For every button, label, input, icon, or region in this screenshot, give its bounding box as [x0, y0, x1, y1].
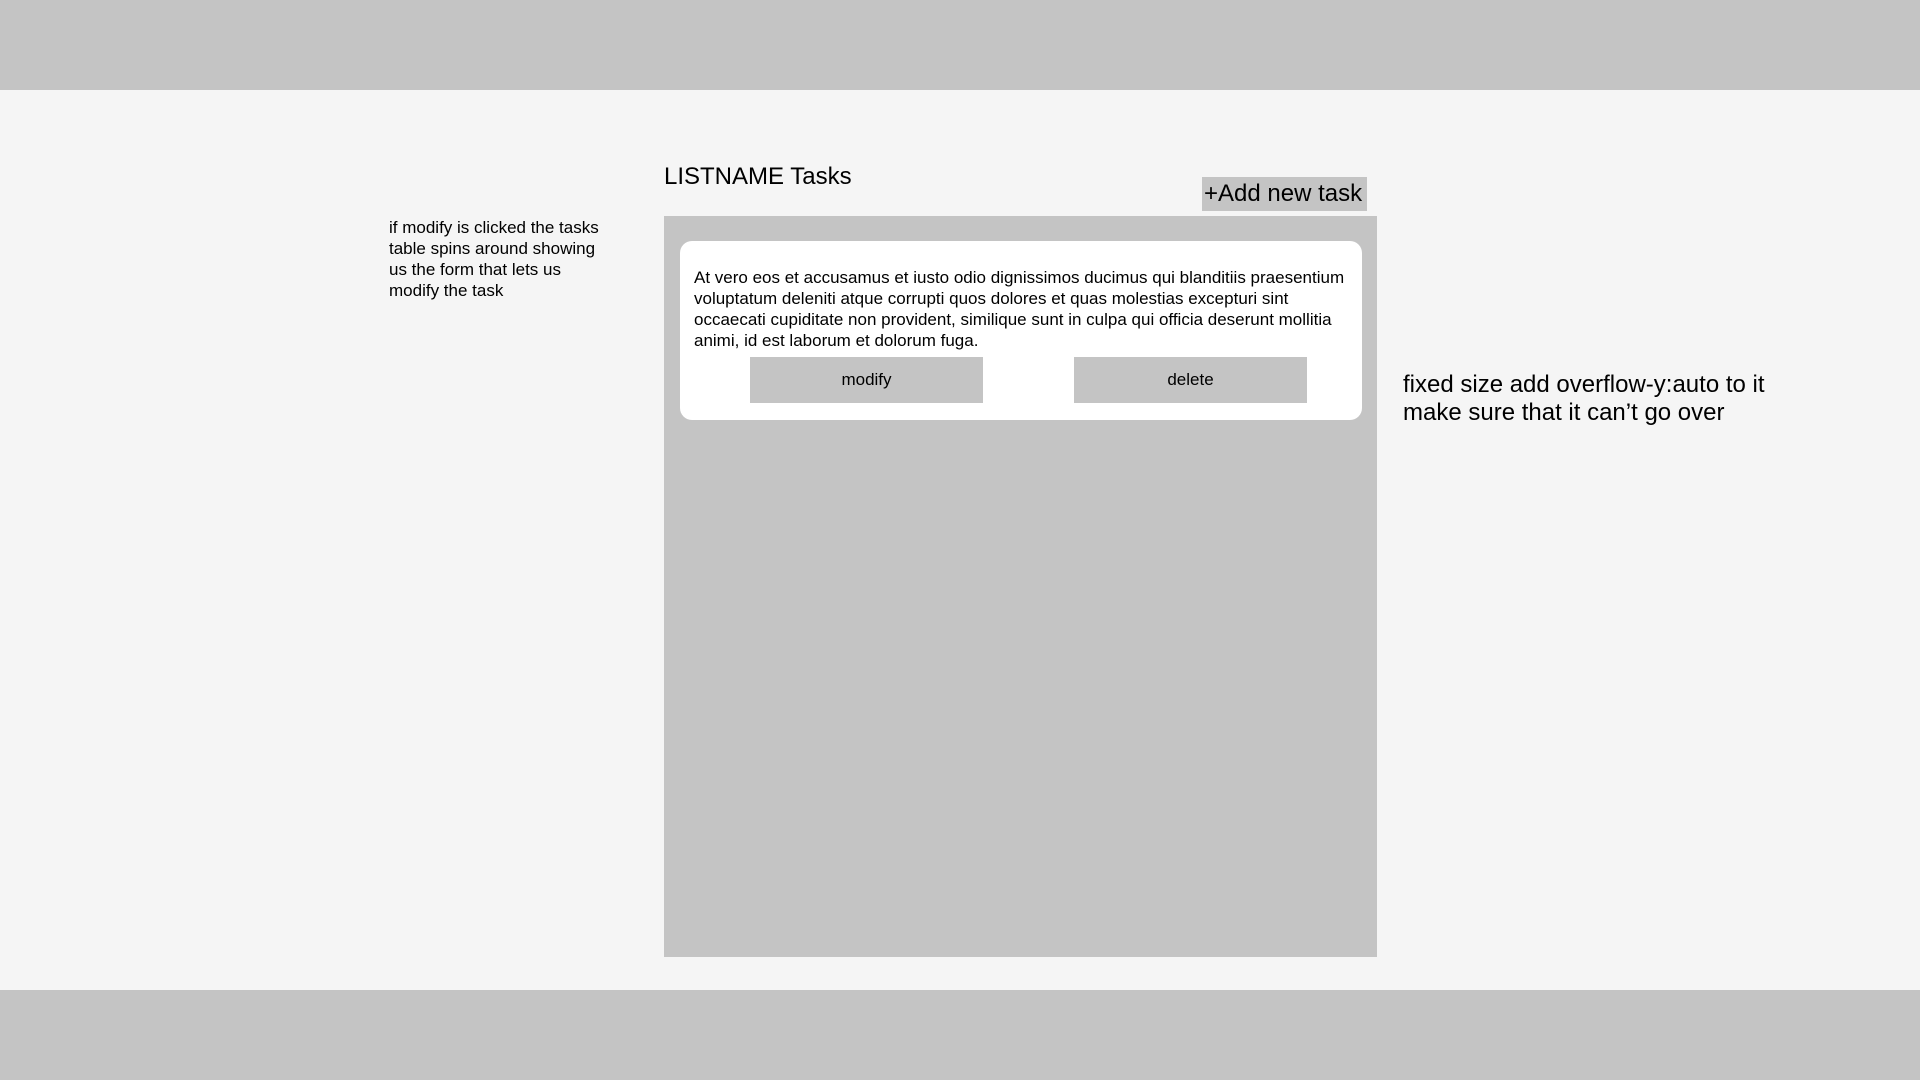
- annotation-note-left: if modify is clicked the tasks table spi…: [389, 218, 599, 300]
- add-new-task-button[interactable]: +Add new task: [1202, 177, 1367, 211]
- tasks-table[interactable]: At vero eos et accusamus et iusto odio d…: [664, 216, 1377, 957]
- page-title: LISTNAME Tasks: [664, 163, 852, 190]
- footer-bar: [0, 990, 1920, 1080]
- task-description: At vero eos et accusamus et iusto odio d…: [694, 268, 1345, 350]
- modify-button[interactable]: modify: [750, 357, 983, 403]
- header-bar: [0, 0, 1920, 90]
- annotation-note-right: fixed size add overflow-y:auto to it mak…: [1403, 371, 1765, 426]
- task-card: At vero eos et accusamus et iusto odio d…: [680, 241, 1362, 420]
- delete-button[interactable]: delete: [1074, 357, 1307, 403]
